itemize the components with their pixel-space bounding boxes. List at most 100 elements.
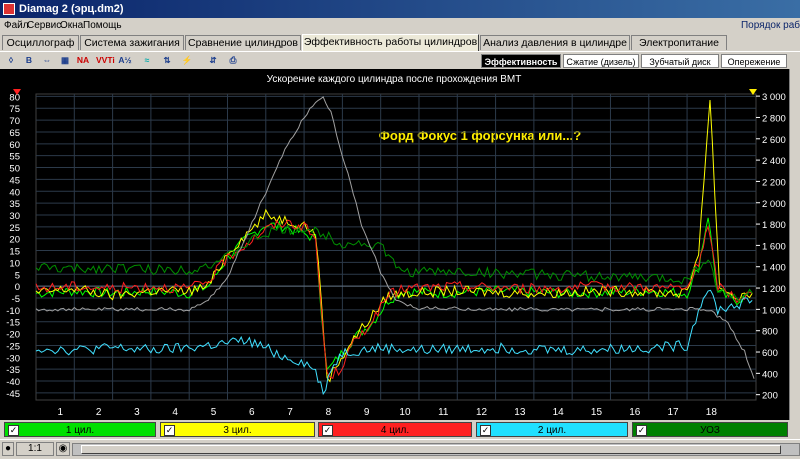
io-icon[interactable]: ⇵ bbox=[206, 54, 220, 67]
y-left-tick-label: 70 bbox=[9, 116, 20, 127]
legend-cyl2[interactable]: ✓ 2 цил. bbox=[476, 422, 628, 437]
y-left-tick-label: -45 bbox=[6, 389, 20, 400]
tab-power[interactable]: Электропитание bbox=[631, 35, 727, 50]
y-right-tick-label: 1 400 bbox=[762, 263, 786, 274]
y-right-tick-label: 600 bbox=[762, 348, 778, 359]
y-left-tick-label: 10 bbox=[9, 258, 20, 269]
legend-cyl4-label: 4 цил. bbox=[380, 425, 410, 436]
bold-icon[interactable]: B bbox=[22, 54, 36, 67]
time-axis-icon[interactable]: ≈ bbox=[140, 54, 154, 67]
x-tick-label: 7 bbox=[287, 407, 293, 418]
menu-service[interactable]: Сервис bbox=[27, 19, 61, 33]
y-left-tick-label: 0 bbox=[15, 282, 20, 293]
y-left-tick-label: -30 bbox=[6, 353, 20, 364]
window-titlebar: Diamag 2 (эрц.dm2) bbox=[0, 0, 800, 18]
x-tick-label: 11 bbox=[438, 407, 449, 418]
record-icon[interactable]: ◉ bbox=[56, 442, 70, 456]
y-right-tick-label: 3 000 bbox=[762, 92, 786, 103]
x-tick-label: 17 bbox=[668, 407, 680, 418]
grid-icon[interactable]: ▦ bbox=[58, 54, 72, 67]
subtab-diesel[interactable]: Сжатие (дизель) bbox=[563, 54, 639, 68]
tab-cylinder-compare[interactable]: Сравнение цилиндров bbox=[185, 35, 301, 50]
y-left-tick-label: 5 bbox=[15, 270, 20, 281]
x-tick-label: 9 bbox=[364, 407, 370, 418]
print-icon[interactable]: ⎙ bbox=[226, 54, 240, 67]
chart-svg: Ускорение каждого цилиндра после прохожд… bbox=[6, 74, 786, 418]
y-right-tick-label: 1 600 bbox=[762, 241, 786, 252]
tab-pressure[interactable]: Анализ давления в цилиндре bbox=[480, 35, 630, 50]
legend-cyl4[interactable]: ✓ 4 цил. bbox=[318, 422, 472, 437]
x-tick-label: 5 bbox=[211, 407, 217, 418]
wave-sharp-icon[interactable]: VVTi bbox=[96, 54, 115, 67]
vertical-scrollbar[interactable] bbox=[789, 69, 800, 420]
app-icon bbox=[3, 3, 15, 15]
subtab-advance[interactable]: Опережение bbox=[721, 54, 787, 68]
subtab-gear-disk[interactable]: Зубчатый диск bbox=[641, 54, 719, 68]
y-left-tick-label: -35 bbox=[6, 365, 20, 376]
x-tick-label: 6 bbox=[249, 407, 255, 418]
tab-ignition[interactable]: Система зажигания bbox=[80, 35, 184, 50]
legend-bar: ✓ 1 цил. ✓ 3 цил. ✓ 4 цил. ✓ 2 цил. ✓ УО… bbox=[0, 420, 800, 439]
chart-title: Ускорение каждого цилиндра после прохожд… bbox=[267, 74, 522, 85]
series-line-4 bbox=[35, 289, 753, 396]
y-left-tick-label: -20 bbox=[6, 330, 20, 341]
menu-help[interactable]: Помощь bbox=[83, 19, 122, 33]
x-tick-label: 8 bbox=[326, 407, 332, 418]
legend-cyl2-label: 2 цил. bbox=[537, 425, 567, 436]
y-right-tick-label: 1 000 bbox=[762, 305, 786, 316]
wave-icon[interactable]: NA bbox=[76, 54, 90, 67]
x-tick-label: 12 bbox=[476, 407, 488, 418]
status-indicator-left: ● bbox=[2, 442, 14, 456]
ignition-icon[interactable]: ⚡ bbox=[180, 54, 194, 67]
y-left-tick-label: 75 bbox=[9, 104, 20, 115]
y-left-tick-label: 30 bbox=[9, 211, 20, 222]
y-right-tick-label: 2 600 bbox=[762, 135, 786, 146]
y-left-tick-label: 60 bbox=[9, 140, 20, 151]
y-left-tick-label: -40 bbox=[6, 377, 20, 388]
y-left-tick-label: -10 bbox=[6, 306, 20, 317]
y-left-tick-label: 65 bbox=[9, 128, 20, 139]
pointer-icon[interactable]: ◊ bbox=[4, 54, 18, 67]
x-tick-label: 18 bbox=[706, 407, 718, 418]
subtab-efficiency[interactable]: Эффективность bbox=[481, 54, 561, 68]
x-tick-label: 14 bbox=[553, 407, 565, 418]
status-bar: ● 1:1 ◉ bbox=[0, 439, 800, 459]
x-tick-label: 16 bbox=[629, 407, 641, 418]
y-right-tick-label: 2 800 bbox=[762, 113, 786, 124]
tab-oscilloscope[interactable]: Осциллограф bbox=[2, 35, 79, 50]
y-right-tick-label: 2 400 bbox=[762, 156, 786, 167]
work-order-link[interactable]: Порядок раб bbox=[741, 19, 800, 33]
y-right-tick-label: 1 200 bbox=[762, 284, 786, 295]
scale-icon[interactable]: ⇅ bbox=[160, 54, 174, 67]
legend-cyl3[interactable]: ✓ 3 цил. bbox=[160, 422, 315, 437]
tab-cylinder-efficiency[interactable]: Эффективность работы цилиндров bbox=[302, 34, 479, 51]
y-left-tick-label: 35 bbox=[9, 199, 20, 210]
y-right-tick-label: 200 bbox=[762, 391, 778, 402]
ruler-icon[interactable]: ⇔ bbox=[40, 54, 54, 67]
y-left-tick-label: 80 bbox=[9, 92, 20, 103]
y-right-tick-label: 400 bbox=[762, 369, 778, 380]
legend-cyl1[interactable]: ✓ 1 цил. bbox=[4, 422, 156, 437]
x-tick-label: 1 bbox=[58, 407, 64, 418]
y-right-tick-label: 2 000 bbox=[762, 199, 786, 210]
y-left-tick-label: 20 bbox=[9, 235, 20, 246]
menu-file[interactable]: Файл bbox=[4, 19, 29, 33]
chart-annotation: Форд Фокус 1 форсунка или...? bbox=[379, 128, 581, 143]
menu-windows[interactable]: Окна bbox=[60, 19, 83, 33]
horizontal-scrollbar[interactable] bbox=[72, 443, 800, 456]
main-tabs: Осциллограф Система зажигания Сравнение … bbox=[0, 34, 800, 51]
legend-uoz[interactable]: ✓ УОЗ bbox=[632, 422, 788, 437]
half-icon[interactable]: A½ bbox=[118, 54, 132, 67]
y-left-tick-label: -15 bbox=[6, 318, 20, 329]
window-title: Diamag 2 (эрц.dm2) bbox=[19, 3, 124, 15]
x-tick-label: 4 bbox=[172, 407, 178, 418]
y-left-tick-label: 15 bbox=[9, 247, 20, 258]
x-tick-label: 15 bbox=[591, 407, 603, 418]
y-right-tick-label: 800 bbox=[762, 327, 778, 338]
legend-cyl1-label: 1 цил. bbox=[65, 425, 95, 436]
y-left-tick-label: 40 bbox=[9, 187, 20, 198]
y-left-tick-label: 50 bbox=[9, 164, 20, 175]
y-left-tick-label: 55 bbox=[9, 152, 20, 163]
horizontal-scroll-thumb[interactable] bbox=[81, 445, 781, 454]
y-left-tick-label: -25 bbox=[6, 341, 20, 352]
